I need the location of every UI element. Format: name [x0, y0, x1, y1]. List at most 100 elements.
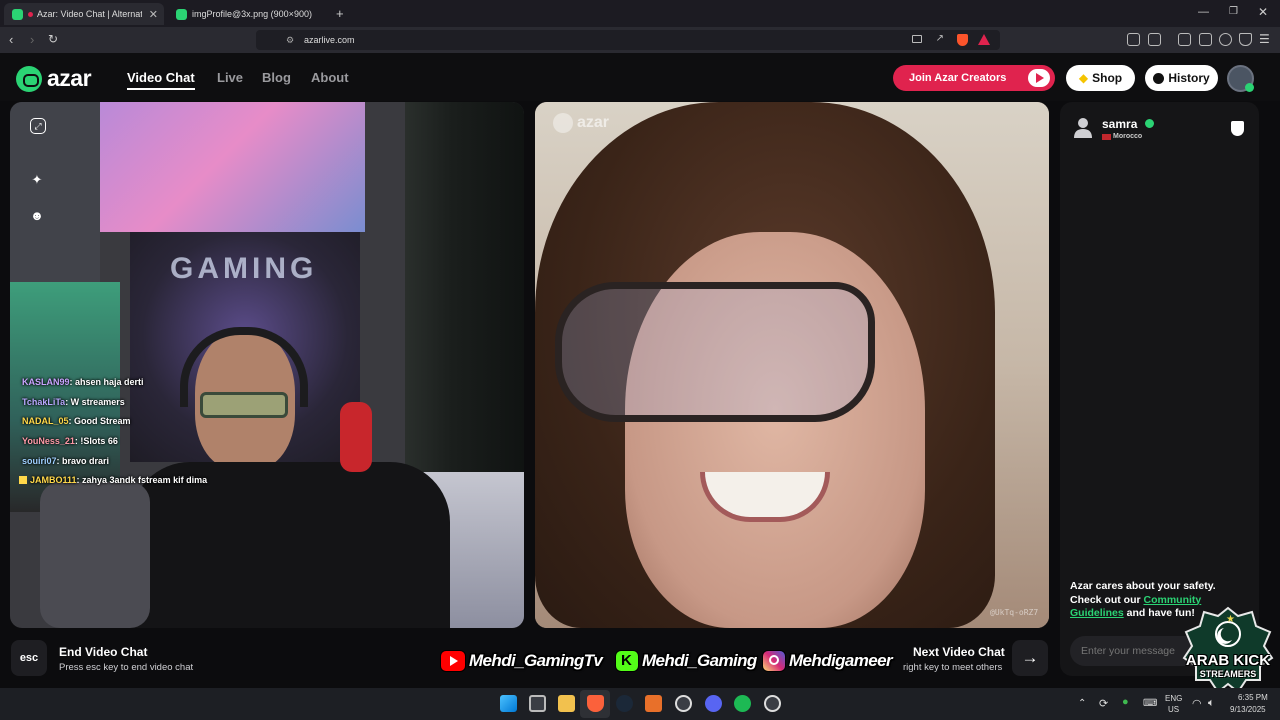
extensions-icon[interactable] — [1127, 33, 1140, 46]
verified-badge-icon — [1145, 119, 1154, 128]
forward-icon[interactable]: › — [30, 32, 34, 47]
vpn-icon[interactable] — [1239, 33, 1252, 46]
url-bar[interactable]: ⚙ azarlive.com ↗ — [256, 30, 1000, 50]
peer-video-panel — [535, 102, 1049, 628]
site-info-icon[interactable]: ⚙ — [286, 35, 294, 46]
cast-icon[interactable] — [912, 35, 922, 43]
chat-message: NADAL_05: Good Stream — [22, 416, 131, 426]
shop-button[interactable]: ◆ Shop — [1066, 65, 1135, 91]
chat-message: JAMBO111: zahya 3andk fstream kif dima — [19, 475, 207, 485]
join-azar-creators-button[interactable]: Join Azar Creators — [893, 65, 1055, 91]
tab-title: imgProfile@3x.png (900×900) — [192, 9, 312, 19]
image-favicon-icon — [176, 8, 187, 20]
leo-ai-icon[interactable] — [1219, 33, 1232, 46]
chat-username: TchakLiTa — [22, 397, 66, 407]
tray-region[interactable]: US — [1168, 705, 1179, 714]
file-explorer-icon[interactable] — [558, 695, 575, 712]
chat-text: : W streamers — [65, 397, 125, 407]
tray-mic-icon[interactable]: ● — [1122, 696, 1129, 708]
instagram-icon — [762, 650, 786, 672]
face-filter-icon[interactable]: ☻ — [27, 205, 47, 225]
next-video-chat-hint: right key to meet others — [903, 662, 1003, 673]
youtube-icon — [440, 650, 466, 672]
diamond-icon: ◆ — [1078, 71, 1089, 85]
shop-label: Shop — [1092, 71, 1123, 85]
clock-icon — [1153, 72, 1165, 84]
tray-keyboard-icon[interactable]: ⌨ — [1143, 698, 1157, 709]
minimize-icon[interactable]: — — [1198, 6, 1209, 18]
kick-icon: K — [615, 650, 639, 672]
azar-logo-icon — [16, 65, 42, 92]
spotify-icon[interactable] — [734, 695, 751, 712]
gaming-poster — [100, 102, 365, 232]
app-2-icon[interactable] — [675, 695, 692, 712]
nav-about[interactable]: About — [311, 70, 349, 85]
tray-date[interactable]: 9/13/2025 — [1230, 705, 1266, 714]
chat-text: : ahsen haja derti — [69, 377, 144, 387]
app-icon[interactable] — [645, 695, 662, 712]
tray-wifi-icon[interactable]: ◠ — [1192, 697, 1202, 710]
active-app-indicator — [580, 690, 610, 718]
azar-logo[interactable]: azar — [16, 65, 92, 92]
history-button[interactable]: History — [1145, 65, 1218, 91]
profile-avatar[interactable] — [1227, 65, 1254, 92]
brave-shield-icon[interactable] — [957, 34, 968, 46]
nav-video-chat[interactable]: Video Chat — [127, 70, 195, 90]
logo-text: azar — [47, 65, 92, 91]
next-arrow-button[interactable]: → — [1012, 640, 1048, 676]
badge-line-2: STREAMERS — [1199, 669, 1257, 679]
chat-text: : bravo drari — [56, 456, 110, 466]
youtube-handle: Mehdi_GamingTv — [440, 648, 603, 674]
curtain — [405, 102, 524, 482]
report-shield-icon[interactable] — [1231, 121, 1244, 136]
peer-name: samra — [1102, 117, 1138, 131]
watermark-text: azar — [577, 114, 610, 131]
settings-icon[interactable] — [764, 695, 781, 712]
left-room — [10, 102, 100, 282]
chat-text: : zahya 3andk fstream kif dima — [76, 475, 208, 485]
history-label: History — [1168, 71, 1210, 85]
gaming-chair — [40, 482, 150, 628]
expand-icon[interactable]: ⤢ — [30, 118, 46, 134]
tray-chevron-icon[interactable]: ⌃ — [1078, 698, 1086, 709]
tray-volume-icon[interactable]: 🔈︎ — [1208, 697, 1215, 710]
wallet-2-icon[interactable] — [1199, 33, 1212, 46]
nav-blog[interactable]: Blog — [262, 70, 291, 85]
brave-rewards-icon[interactable] — [978, 34, 990, 45]
back-icon[interactable]: ‹ — [9, 32, 13, 47]
svg-text:★: ★ — [1226, 614, 1235, 625]
wallet-icon[interactable] — [1148, 33, 1161, 46]
share-icon[interactable]: ↗ — [936, 33, 944, 44]
tray-lang[interactable]: ENG — [1165, 694, 1182, 703]
discord-icon[interactable] — [705, 695, 722, 712]
chat-username: KASLAN99 — [22, 377, 70, 387]
steam-icon[interactable] — [616, 695, 633, 712]
close-tab-icon[interactable]: ✕ — [149, 8, 158, 21]
peer-id-label: @UkTq-oRZ7 — [990, 608, 1039, 617]
tray-time[interactable]: 6:35 PM — [1238, 693, 1268, 702]
online-status-icon — [1245, 83, 1254, 92]
start-icon[interactable] — [500, 695, 517, 712]
nav-live[interactable]: Live — [217, 70, 243, 85]
tab-title: Azar: Video Chat | Alternative — [37, 9, 142, 19]
peer-country: Morocco — [1113, 133, 1143, 140]
browser-tab-bar: Azar: Video Chat | Alternative ✕ imgProf… — [0, 0, 1280, 27]
esc-key-button[interactable]: esc — [11, 640, 47, 676]
end-video-chat-title: End Video Chat — [59, 645, 148, 659]
azar-favicon-icon — [12, 8, 23, 20]
restore-icon[interactable]: ❐ — [1229, 6, 1238, 17]
tray-sync-icon[interactable]: ⟳ — [1099, 697, 1108, 710]
new-tab-icon[interactable]: + — [336, 6, 344, 21]
menu-icon[interactable]: ☰ — [1259, 32, 1270, 46]
next-video-chat-title: Next Video Chat — [913, 645, 1005, 659]
tab-img-profile[interactable]: imgProfile@3x.png (900×900) — [168, 3, 330, 25]
close-window-icon[interactable]: ✕ — [1258, 5, 1268, 19]
chat-username: YouNess_21 — [22, 436, 75, 446]
tab-azar[interactable]: Azar: Video Chat | Alternative ✕ — [4, 3, 164, 25]
chat-username: NADAL_05 — [22, 416, 69, 426]
spiderman-figure — [340, 402, 372, 472]
sidebar-icon[interactable] — [1178, 33, 1191, 46]
store-icon[interactable] — [529, 695, 546, 712]
reload-icon[interactable]: ↻ — [48, 32, 58, 46]
effects-sparkle-icon[interactable]: ✦ — [27, 170, 47, 190]
